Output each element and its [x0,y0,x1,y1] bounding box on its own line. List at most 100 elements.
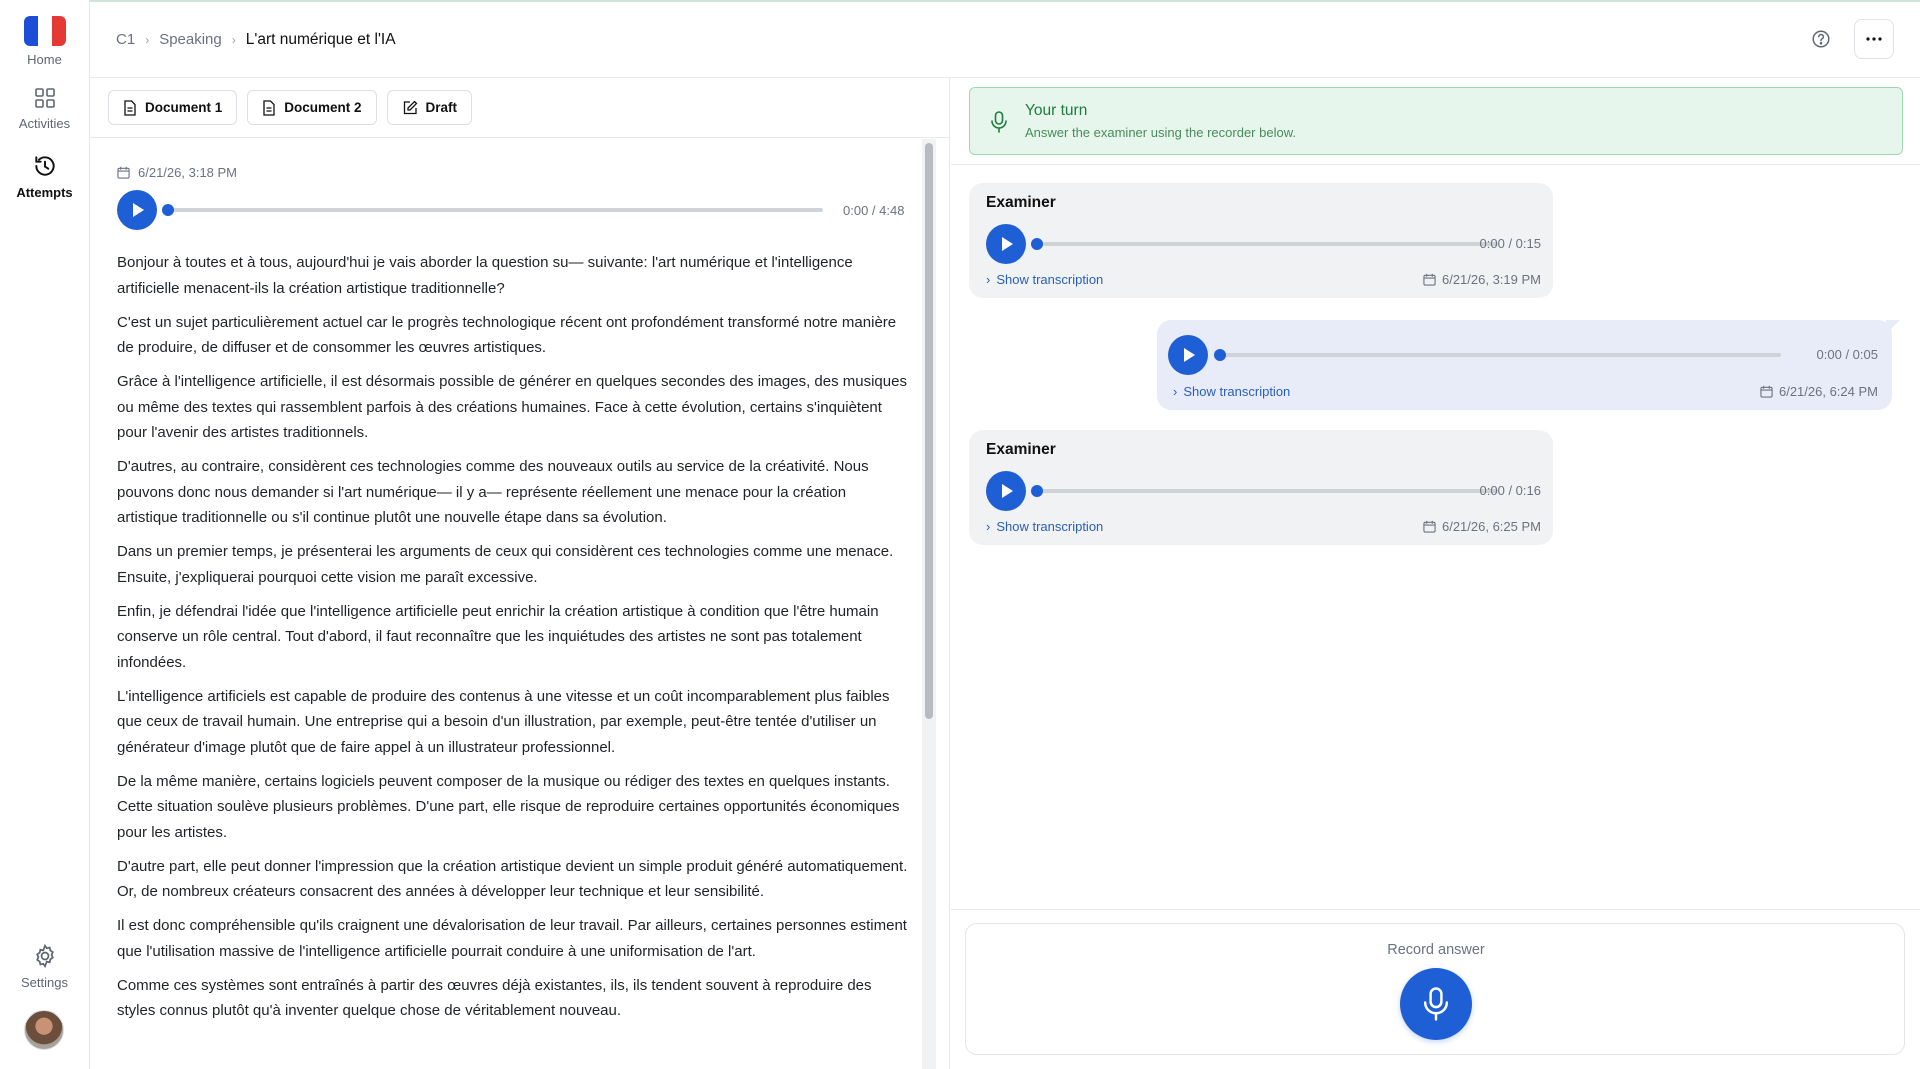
sidebar-item-label: Settings [21,975,68,990]
record-answer-label: Record answer [1387,942,1485,958]
calendar-icon [117,166,130,179]
audio-progress-track[interactable] [162,204,823,216]
microphone-icon [1423,987,1449,1021]
calendar-icon [1423,520,1436,533]
sidebar-item-label: Activities [18,116,71,131]
transcript-paragraph: D'autre part, elle peut donner l'impress… [117,857,908,901]
show-transcription-button[interactable]: › Show transcription [986,272,1103,287]
play-button[interactable] [986,224,1026,264]
sidebar-item-label: Attempts [16,185,73,200]
grid-icon [0,86,89,110]
header: C1 › Speaking › L'art numérique et l'IA [90,2,1920,78]
sidebar-item-settings[interactable]: Settings [0,943,89,990]
audio-time: 0:00 / 4:48 [843,202,905,218]
calendar-icon [1423,273,1436,286]
chevron-right-icon: › [986,519,991,534]
audio-time: 0:00 / 0:16 [1479,483,1541,498]
avatar [24,1010,64,1050]
message-date: 6/21/26, 3:19 PM [1423,272,1541,287]
recording-date-text: 6/21/26, 3:18 PM [138,165,238,180]
sidebar-item-activities[interactable]: Activities [0,86,89,131]
sidebar-item-label: Home [27,52,62,67]
more-horizontal-icon [1866,37,1882,41]
bubble-tail [1886,320,1900,334]
message-date-text: 6/21/26, 3:19 PM [1441,272,1541,287]
user-avatar[interactable] [24,1010,64,1050]
french-flag-icon [0,16,89,46]
user-message: 0:00 / 0:05 › Show transcription 6/21/26… [1157,320,1900,410]
message-sender: Examiner [986,194,1056,211]
scrollbar[interactable] [922,139,936,1069]
play-button[interactable] [986,471,1026,511]
history-icon [0,153,89,179]
recorder-panel: Record answer [965,923,1905,1055]
record-button[interactable] [1400,968,1472,1040]
show-transcription-label: Show transcription [996,519,1104,534]
chevron-right-icon: › [986,272,991,287]
breadcrumb-current: L'art numérique et l'IA [245,30,396,48]
your-turn-subtitle: Answer the examiner using the recorder b… [1025,125,1296,140]
document-icon [124,99,136,116]
edit-icon [403,100,417,114]
transcript-paragraph: Comme ces systèmes sont entraînés à part… [117,976,872,1020]
show-transcription-button[interactable]: › Show transcription [986,519,1103,534]
transcript-paragraph: D'autres, au contraire, considèrent ces … [117,458,869,526]
audio-progress-track[interactable] [1031,238,1498,250]
transcript-paragraph: Bonjour à toutes et à tous, aujourd'hui … [117,254,853,297]
conversation-pane: Your turn Answer the examiner using the … [951,78,1920,1069]
audio-progress-knob[interactable] [1031,485,1043,497]
audio-progress-track[interactable] [1031,485,1498,497]
document-pane: Document 1 Document 2 Draft 6/21/26, 3:1… [90,78,950,1069]
scrollbar-thumb[interactable] [925,143,933,719]
more-options-button[interactable] [1854,19,1894,59]
divider [951,164,1920,165]
document-tabs: Document 1 Document 2 Draft [90,78,949,138]
transcript-paragraph: De la même manière, certains logiciels p… [117,772,900,841]
breadcrumb: C1 › Speaking › L'art numérique et l'IA [116,31,396,49]
tab-label: Draft [425,100,458,115]
examiner-message: Examiner 0:00 / 0:16 › Show transcriptio… [969,430,1553,545]
tab-label: Document 2 [284,100,362,115]
your-turn-banner: Your turn Answer the examiner using the … [969,87,1903,155]
chevron-right-icon: › [145,32,150,47]
tab-document-1[interactable]: Document 1 [108,90,238,125]
recording-date: 6/21/26, 3:18 PM [117,165,910,180]
message-date-text: 6/21/26, 6:25 PM [1441,519,1541,534]
play-button[interactable] [1168,335,1208,375]
audio-progress-knob[interactable] [162,204,174,216]
breadcrumb-section[interactable]: Speaking [159,31,222,48]
play-button[interactable] [117,190,157,230]
document-icon [263,99,275,116]
help-button[interactable] [1810,28,1832,50]
audio-progress-track[interactable] [1214,349,1781,361]
sidebar-item-home[interactable]: Home [0,16,89,67]
breadcrumb-level[interactable]: C1 [116,31,135,48]
transcript-paragraph: Il est donc compréhensible qu'ils craign… [117,917,907,960]
chevron-right-icon: › [1173,384,1178,399]
show-transcription-label: Show transcription [1183,384,1291,399]
tab-document-2[interactable]: Document 2 [247,90,377,125]
sidebar-item-attempts[interactable]: Attempts [0,153,89,200]
audio-progress-knob[interactable] [1214,349,1226,361]
help-icon [1812,30,1830,48]
message-sender: Examiner [986,441,1056,458]
transcript-paragraph: Enfin, je défendrai l'idée que l'intelli… [117,602,879,671]
your-turn-title: Your turn [1025,102,1088,119]
sidebar: Home Activities Attempts Settings [0,0,90,1069]
show-transcription-button[interactable]: › Show transcription [1173,384,1290,399]
transcript-paragraph: C'est un sujet particulièrement actuel c… [117,313,897,357]
audio-time: 0:00 / 0:15 [1479,236,1541,251]
audio-progress-knob[interactable] [1031,238,1043,250]
chevron-right-icon: › [231,32,236,47]
divider [951,909,1920,910]
gear-icon [0,943,89,969]
calendar-icon [1760,385,1773,398]
transcript-scroll-area[interactable]: 6/21/26, 3:18 PM 0:00 / 4:48 Bonjour à t… [90,139,936,1069]
message-date-text: 6/21/26, 6:24 PM [1778,384,1878,399]
tab-draft[interactable]: Draft [386,90,473,125]
transcript-paragraph: Grâce à l'intelligence artificielle, il … [117,373,907,441]
show-transcription-label: Show transcription [996,272,1104,287]
message-date: 6/21/26, 6:24 PM [1760,384,1878,399]
audio-time: 0:00 / 0:05 [1816,347,1878,362]
examiner-message: Examiner 0:00 / 0:15 › Show transcriptio… [969,183,1553,298]
